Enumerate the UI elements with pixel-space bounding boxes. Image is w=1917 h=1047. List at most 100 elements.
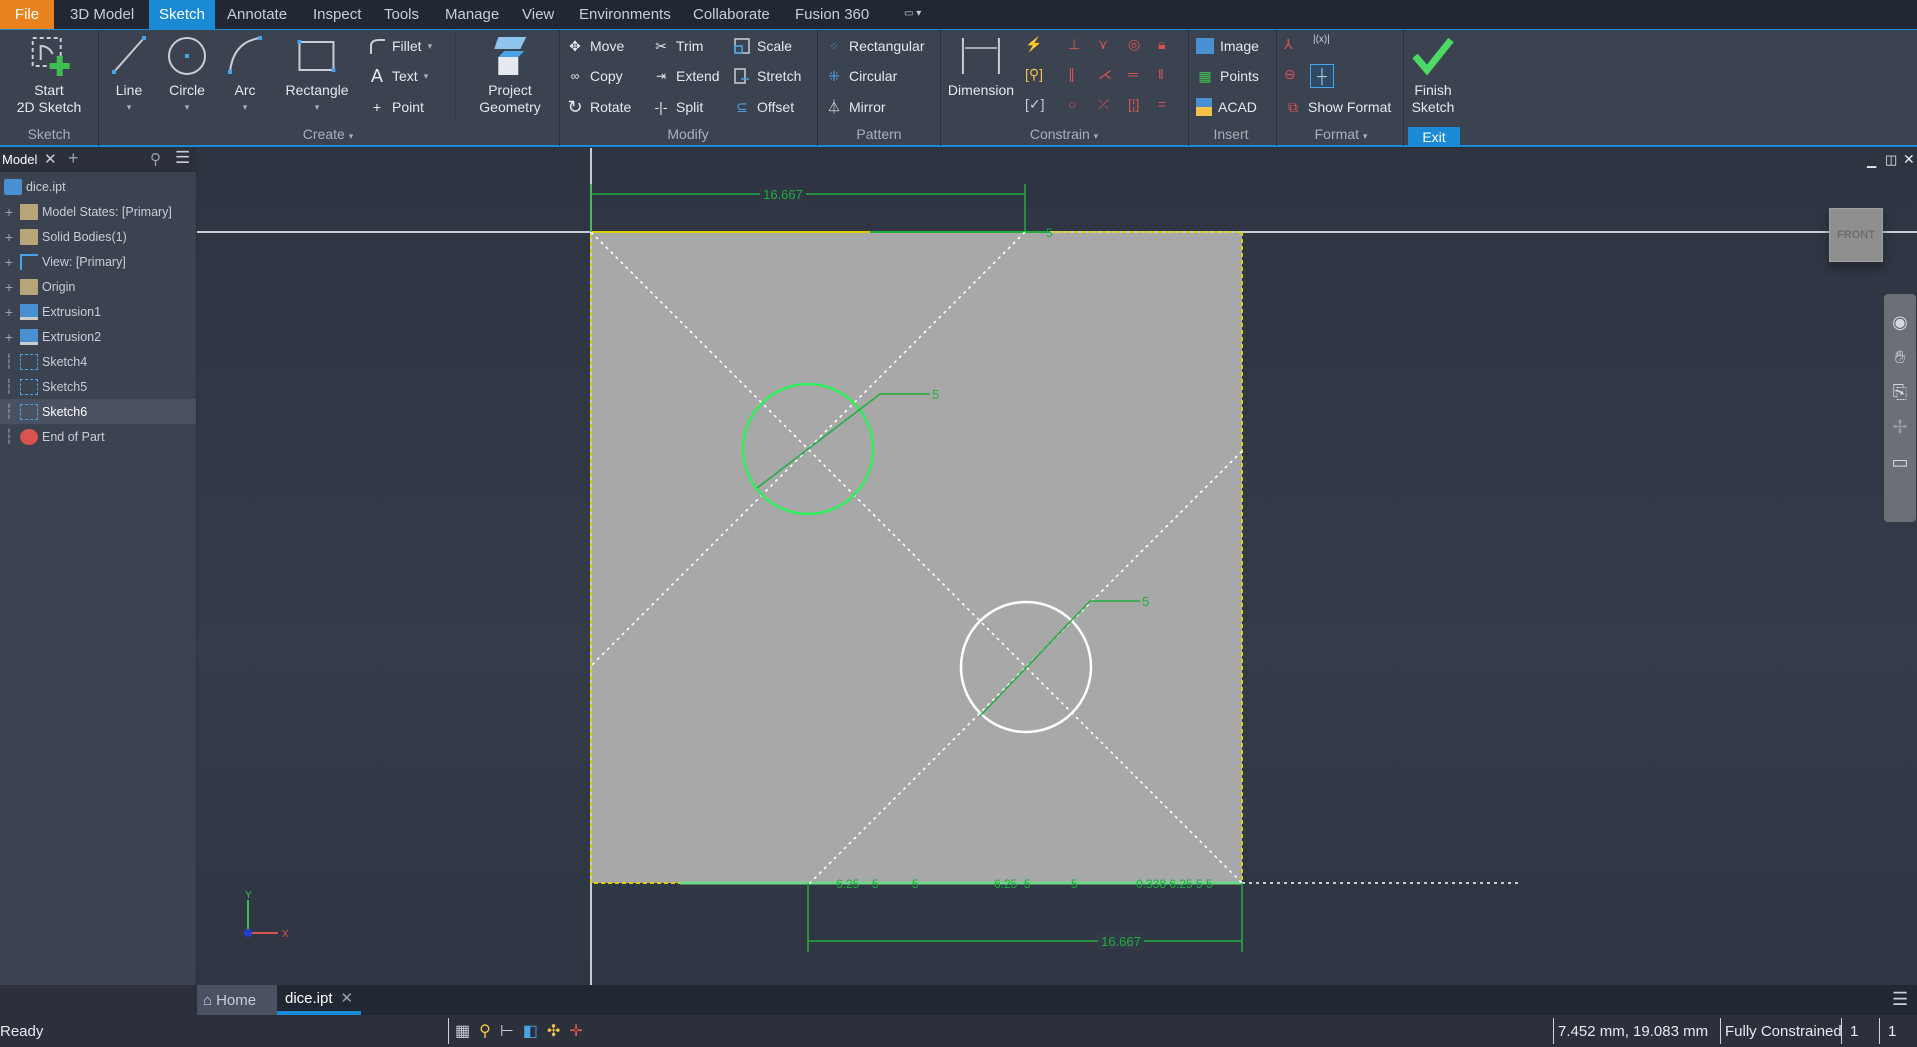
panel-label-format[interactable]: Format ▾: [1315, 126, 1368, 142]
split-button[interactable]: -|- Split: [652, 96, 704, 118]
expand-icon[interactable]: +: [0, 204, 18, 220]
circular-pattern-button[interactable]: ⁜ Circular: [825, 65, 897, 87]
zoom-icon[interactable]: ⎘: [1893, 382, 1907, 403]
expand-icon[interactable]: +: [0, 279, 18, 295]
menu-tab-view[interactable]: View: [512, 0, 564, 29]
coincident-icon[interactable]: ⋎: [1098, 36, 1118, 56]
menu-tab-fusion-360[interactable]: Fusion 360: [785, 0, 879, 29]
bottom-edge-label[interactable]: 5: [912, 877, 919, 891]
scale-button[interactable]: Scale: [733, 35, 792, 57]
collinear-icon[interactable]: ⋌: [1098, 66, 1118, 86]
top-edge-dimension[interactable]: 5: [1046, 226, 1053, 240]
document-tab-dice[interactable]: dice.ipt ✕: [277, 985, 361, 1015]
pan-icon[interactable]: ✋︎: [1895, 347, 1905, 368]
smooth-icon[interactable]: ⤫: [1098, 96, 1118, 116]
graphics-viewport[interactable]: 16.667 16.667 5 5 5 6.25 5 5 6.25 5 5 0.…: [197, 148, 1917, 985]
centerline-icon[interactable]: ⊖: [1284, 66, 1304, 86]
project-geometry-button[interactable]: Project Geometry: [479, 30, 541, 116]
text-button[interactable]: A Text ▾: [368, 65, 428, 87]
menu-tab-inspect[interactable]: Inspect: [303, 0, 371, 29]
browser-item[interactable]: ┆ Sketch4: [0, 349, 196, 374]
quick-access-dropdown-icon[interactable]: ▭ ▾: [904, 8, 934, 22]
dimension-button[interactable]: Dimension: [948, 30, 1014, 99]
vertical-icon[interactable]: ‖: [1158, 66, 1178, 86]
construction-icon[interactable]: ⅄: [1284, 36, 1304, 56]
constraint-settings-icon[interactable]: [✓]: [1025, 96, 1045, 116]
browser-tab-model[interactable]: Model: [2, 152, 37, 167]
fix-icon[interactable]: 🔒︎: [1158, 36, 1178, 56]
menu-icon[interactable]: ☰: [175, 148, 190, 168]
browser-item[interactable]: ┆ End of Part: [0, 424, 196, 449]
rectangular-pattern-button[interactable]: ⁘ Rectangular: [825, 35, 924, 57]
restore-icon[interactable]: ◫: [1885, 152, 1897, 168]
mirror-button[interactable]: ⏃ Mirror: [825, 96, 886, 118]
move-button[interactable]: ✥ Move: [566, 35, 624, 57]
top-width-dimension[interactable]: 16.667: [763, 187, 803, 202]
horizontal-icon[interactable]: ═: [1128, 66, 1148, 86]
bottom-edge-label[interactable]: 5: [872, 877, 879, 891]
minimize-icon[interactable]: ▁: [1867, 154, 1876, 168]
bottom-edge-label[interactable]: 0.338 6.25: [1136, 877, 1193, 891]
driven-dimension-icon[interactable]: |(x)|: [1313, 34, 1333, 54]
auto-dimension-icon[interactable]: ⚡: [1025, 36, 1045, 56]
menu-tab-sketch[interactable]: Sketch: [149, 0, 215, 29]
symmetric-icon[interactable]: [¦]: [1128, 96, 1148, 116]
insert-points-button[interactable]: ▦ Points: [1196, 65, 1259, 87]
insert-image-button[interactable]: Image: [1196, 35, 1259, 57]
equal-icon[interactable]: =: [1158, 96, 1178, 116]
browser-item[interactable]: + Origin: [0, 274, 196, 299]
expand-icon[interactable]: +: [0, 229, 18, 245]
look-at-icon[interactable]: ▭: [1891, 452, 1908, 473]
expand-icon[interactable]: +: [0, 329, 18, 345]
concentric-icon[interactable]: ◎: [1128, 36, 1148, 56]
close-doc-icon[interactable]: ✕: [341, 989, 354, 1007]
sketch-canvas[interactable]: 16.667 16.667 5 5 5 6.25 5 5 6.25 5 5 0.…: [197, 148, 1917, 985]
tangent-icon[interactable]: ○: [1068, 96, 1088, 116]
line-button[interactable]: Line ▾: [109, 30, 149, 116]
menu-tab-environments[interactable]: Environments: [569, 0, 681, 29]
menu-tab-manage[interactable]: Manage: [435, 0, 509, 29]
sketch-status-tools[interactable]: ▦⚲⊢◧✣✛: [455, 1021, 592, 1041]
menu-tab-collaborate[interactable]: Collaborate: [683, 0, 780, 29]
circle-2-diameter-dimension[interactable]: 5: [1142, 594, 1149, 609]
browser-item[interactable]: dice.ipt: [0, 174, 196, 199]
browser-item[interactable]: + Model States: [Primary]: [0, 199, 196, 224]
close-window-icon[interactable]: ✕: [1903, 151, 1915, 168]
menu-tab-annotate[interactable]: Annotate: [217, 0, 297, 29]
home-tab[interactable]: ⌂ Home: [197, 985, 277, 1015]
circle-1-diameter-dimension[interactable]: 5: [932, 387, 939, 402]
menu-tab-file[interactable]: File: [0, 0, 54, 29]
rotate-button[interactable]: ↻ Rotate: [566, 96, 631, 118]
stretch-button[interactable]: Stretch: [733, 65, 801, 87]
menu-tab-3d-model[interactable]: 3D Model: [60, 0, 144, 29]
bottom-edge-label[interactable]: 5: [1071, 877, 1078, 891]
panel-label-create[interactable]: Create ▾: [303, 126, 353, 142]
offset-button[interactable]: ⊆ Offset: [733, 96, 794, 118]
expand-icon[interactable]: +: [0, 254, 18, 270]
search-icon[interactable]: ⚲: [150, 150, 161, 168]
circle-button[interactable]: Circle ▾: [165, 30, 209, 116]
bottom-width-dimension[interactable]: 16.667: [1101, 934, 1141, 949]
menu-tab-tools[interactable]: Tools: [374, 0, 429, 29]
bottom-edge-label[interactable]: 5 5: [1196, 877, 1213, 891]
viewcube[interactable]: FRONT: [1829, 208, 1883, 262]
tabs-menu-icon[interactable]: ☰: [1892, 989, 1908, 1010]
expand-icon[interactable]: +: [0, 304, 18, 320]
browser-item[interactable]: + View: [Primary]: [0, 249, 196, 274]
perpendicular-icon[interactable]: ⊥: [1068, 36, 1088, 56]
steering-wheel-icon[interactable]: ◉: [1892, 312, 1908, 333]
orbit-icon[interactable]: ✢: [1892, 417, 1907, 438]
center-point-icon[interactable]: ┼: [1310, 64, 1334, 88]
show-constraints-icon[interactable]: [⚲]: [1025, 66, 1045, 86]
extend-button[interactable]: ⇥ Extend: [652, 65, 720, 87]
browser-item[interactable]: ┆ Sketch5: [0, 374, 196, 399]
bottom-edge-label[interactable]: 6.25: [994, 877, 1018, 891]
finish-sketch-button[interactable]: Finish Sketch: [1411, 30, 1455, 116]
browser-item[interactable]: + Extrusion2: [0, 324, 196, 349]
insert-acad-button[interactable]: ACAD: [1196, 96, 1257, 118]
show-format-button[interactable]: ⧉ Show Format: [1284, 96, 1391, 118]
close-tab-icon[interactable]: ✕: [44, 150, 57, 168]
trim-button[interactable]: ✂ Trim: [652, 35, 703, 57]
panel-label-constrain[interactable]: Constrain ▾: [1030, 126, 1098, 142]
copy-button[interactable]: ∞ Copy: [566, 65, 623, 87]
